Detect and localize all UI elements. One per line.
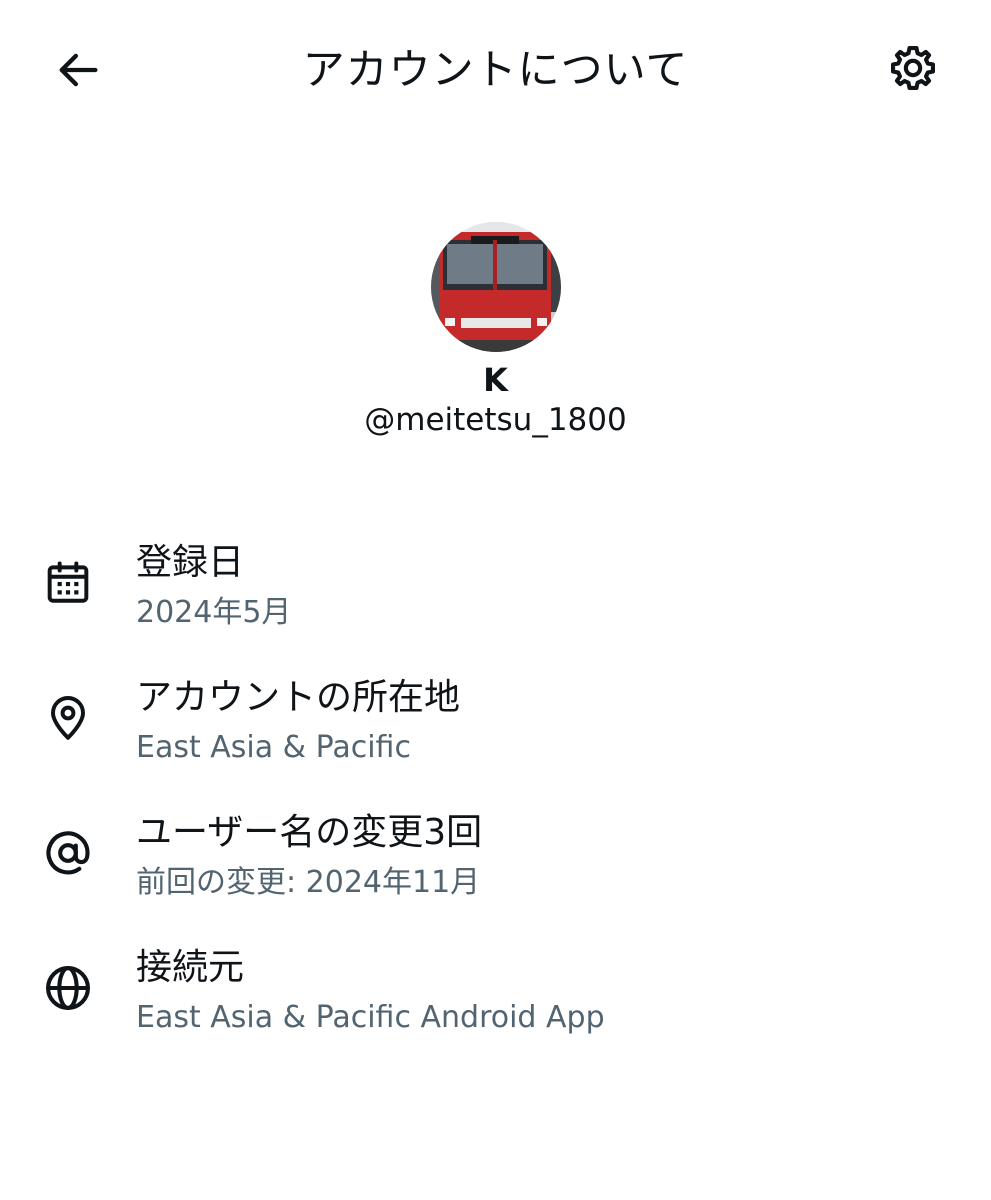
info-label: アカウントの所在地 [136, 677, 461, 718]
at-sign-icon [40, 825, 96, 881]
avatar[interactable] [430, 222, 561, 352]
info-value: 前回の変更: 2024年11月 [136, 865, 481, 900]
settings-button[interactable] [885, 40, 941, 96]
top-bar: アカウントについて [0, 0, 991, 140]
info-label: 登録日 [136, 542, 245, 583]
info-label: ユーザー名の変更3回 [136, 812, 483, 853]
calendar-icon [40, 555, 96, 611]
location-pin-icon [40, 690, 96, 746]
avatar-image [430, 222, 561, 352]
info-row-joined-date: 登録日 2024年5月 [0, 535, 991, 670]
info-row-username-changes: ユーザー名の変更3回 前回の変更: 2024年11月 [0, 805, 991, 940]
page-title: アカウントについて [302, 45, 689, 94]
gear-icon [891, 46, 935, 90]
display-name: K [483, 361, 508, 399]
username-handle: @meitetsu_1800 [364, 402, 627, 438]
info-label: 接続元 [136, 947, 245, 988]
info-value: East Asia & Pacific [136, 730, 411, 765]
info-value: East Asia & Pacific Android App [136, 1000, 605, 1035]
globe-icon [40, 960, 96, 1016]
info-row-account-location: アカウントの所在地 East Asia & Pacific [0, 670, 991, 805]
profile-section: K @meitetsu_1800 [0, 222, 991, 440]
account-info-list: 登録日 2024年5月 アカウントの所在地 East Asia & Pacifi… [0, 535, 991, 1075]
info-value: 2024年5月 [136, 595, 292, 630]
info-row-connected-via: 接続元 East Asia & Pacific Android App [0, 940, 991, 1075]
